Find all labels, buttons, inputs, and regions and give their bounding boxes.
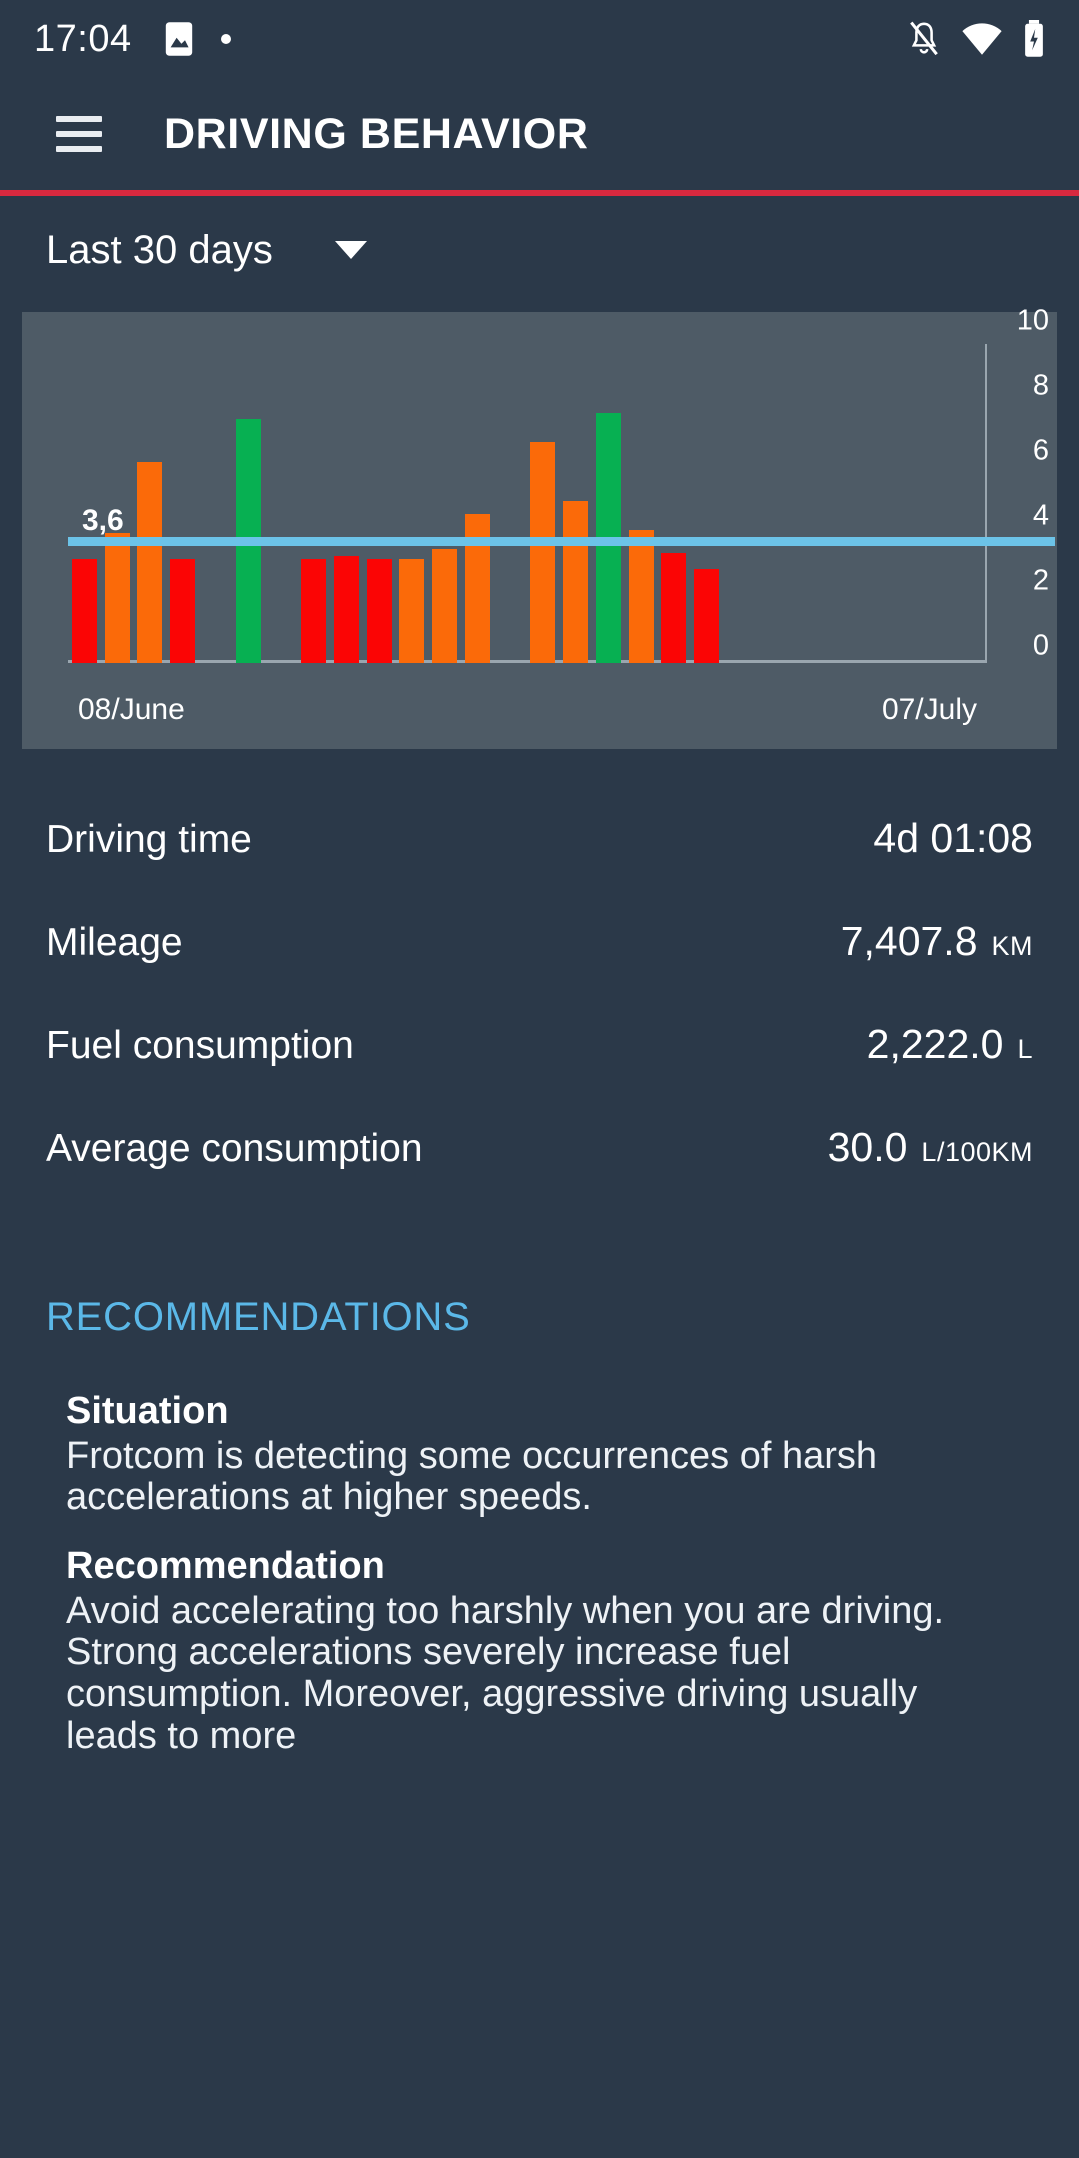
hamburger-bar	[56, 131, 102, 137]
chart-bar	[366, 559, 392, 663]
summary-stats: Driving time 4d 01:08 Mileage 7,407.8 KM Fuel…	[0, 815, 1079, 1227]
dot-icon	[220, 33, 232, 45]
chart-x-end-label: 07/July	[881, 693, 977, 726]
chart-bar	[137, 461, 163, 663]
stat-value: 4d 01:08	[873, 815, 1033, 861]
recommendation-block: Recommendation Avoid accelerating too har…	[66, 1543, 1015, 1758]
status-bar-clock: 17:04	[34, 17, 132, 60]
chart-y-tick-label: 2	[1032, 564, 1049, 597]
hamburger-menu-icon[interactable]	[56, 116, 102, 152]
chart-y-tick-label: 4	[1032, 499, 1049, 532]
stat-value: 2,222.0	[866, 1021, 1004, 1067]
stat-value: 30.0	[827, 1124, 908, 1170]
stat-value-group: 30.0 L/100KM	[828, 1124, 1033, 1171]
stat-label: Driving time	[46, 818, 252, 861]
period-selected-label: Last 30 days	[46, 227, 273, 272]
recommendation-block-title: Recommendation	[66, 1545, 385, 1588]
stat-row: Mileage 7,407.8 KM	[46, 918, 1033, 1021]
stat-value: 7,407.8	[840, 918, 978, 964]
status-bar-notification-icons	[164, 21, 232, 57]
recommendation-block-title: Situation	[66, 1390, 229, 1432]
chart-y-tick-label: 0	[1032, 629, 1049, 662]
chart-bar	[628, 529, 654, 663]
chart-bars-layer	[68, 338, 985, 663]
stat-unit: KM	[991, 931, 1033, 961]
chart-y-tick-label: 6	[1032, 434, 1049, 467]
recommendations-body: Situation Frotcom is detecting some occur…	[66, 1388, 1015, 1758]
chart-bar	[333, 555, 359, 663]
chart-bar	[301, 559, 327, 663]
stat-unit: L	[1017, 1034, 1033, 1064]
chart-bar	[563, 500, 589, 663]
chart-x-start-label: 08/June	[78, 693, 185, 726]
chart-threshold-line	[68, 537, 1055, 546]
stat-value-group: 2,222.0 L	[867, 1021, 1033, 1068]
chevron-down-icon[interactable]	[334, 241, 367, 259]
chart-bar	[661, 552, 687, 663]
recommendation-block: Situation Frotcom is detecting some occur…	[66, 1388, 1015, 1519]
battery-charging-icon	[1023, 20, 1045, 58]
recommendation-block-text: Avoid accelerating too harshly when you …	[66, 1589, 945, 1757]
notifications-off-icon	[907, 20, 941, 58]
driving-behavior-chart[interactable]: 3,6 0 2 4 6 8 10 08/June 07/July	[22, 305, 1057, 749]
chart-bar	[530, 442, 556, 663]
status-bar-system-icons	[907, 20, 1045, 58]
page-title: DRIVING BEHAVIOR	[164, 109, 589, 158]
stat-row: Fuel consumption 2,222.0 L	[46, 1021, 1033, 1124]
recommendations-heading: RECOMMENDATIONS	[46, 1295, 471, 1339]
stat-row: Average consumption 30.0 L/100KM	[46, 1124, 1033, 1227]
image-icon	[164, 21, 194, 57]
stat-label: Average consumption	[46, 1127, 423, 1170]
stat-row: Driving time 4d 01:08	[46, 815, 1033, 918]
chart-bar	[432, 549, 458, 663]
hamburger-bar	[56, 146, 102, 152]
stat-value-group: 4d 01:08	[873, 815, 1033, 862]
stat-unit: L/100KM	[921, 1137, 1033, 1167]
chart-y-tick-label: 10	[1016, 304, 1049, 337]
app-bar: DRIVING BEHAVIOR	[0, 78, 1079, 190]
chart-bar	[170, 559, 196, 663]
stat-label: Fuel consumption	[46, 1024, 354, 1067]
chart-bar	[464, 513, 490, 663]
stat-value-group: 7,407.8 KM	[841, 918, 1033, 965]
chart-bar	[71, 559, 97, 663]
chart-bar	[694, 568, 720, 663]
chart-threshold-label: 3,6	[82, 504, 124, 537]
app-screen: 17:04 DRIVING BEHAVIOR Last 30 days 3,6 …	[0, 0, 1079, 2158]
recommendation-block-text: Frotcom is detecting some occurrences of…	[66, 1434, 878, 1519]
hamburger-bar	[56, 116, 102, 122]
chart-bar	[399, 559, 425, 663]
chart-plot-area: 3,6	[68, 338, 1055, 663]
wifi-icon	[961, 22, 1003, 56]
chart-bar	[104, 533, 130, 663]
status-bar: 17:04	[0, 0, 1079, 78]
stat-label: Mileage	[46, 921, 183, 964]
chart-y-tick-label: 8	[1032, 369, 1049, 402]
period-selector[interactable]: Last 30 days	[0, 196, 1079, 304]
chart-y-axis-line	[985, 344, 987, 663]
